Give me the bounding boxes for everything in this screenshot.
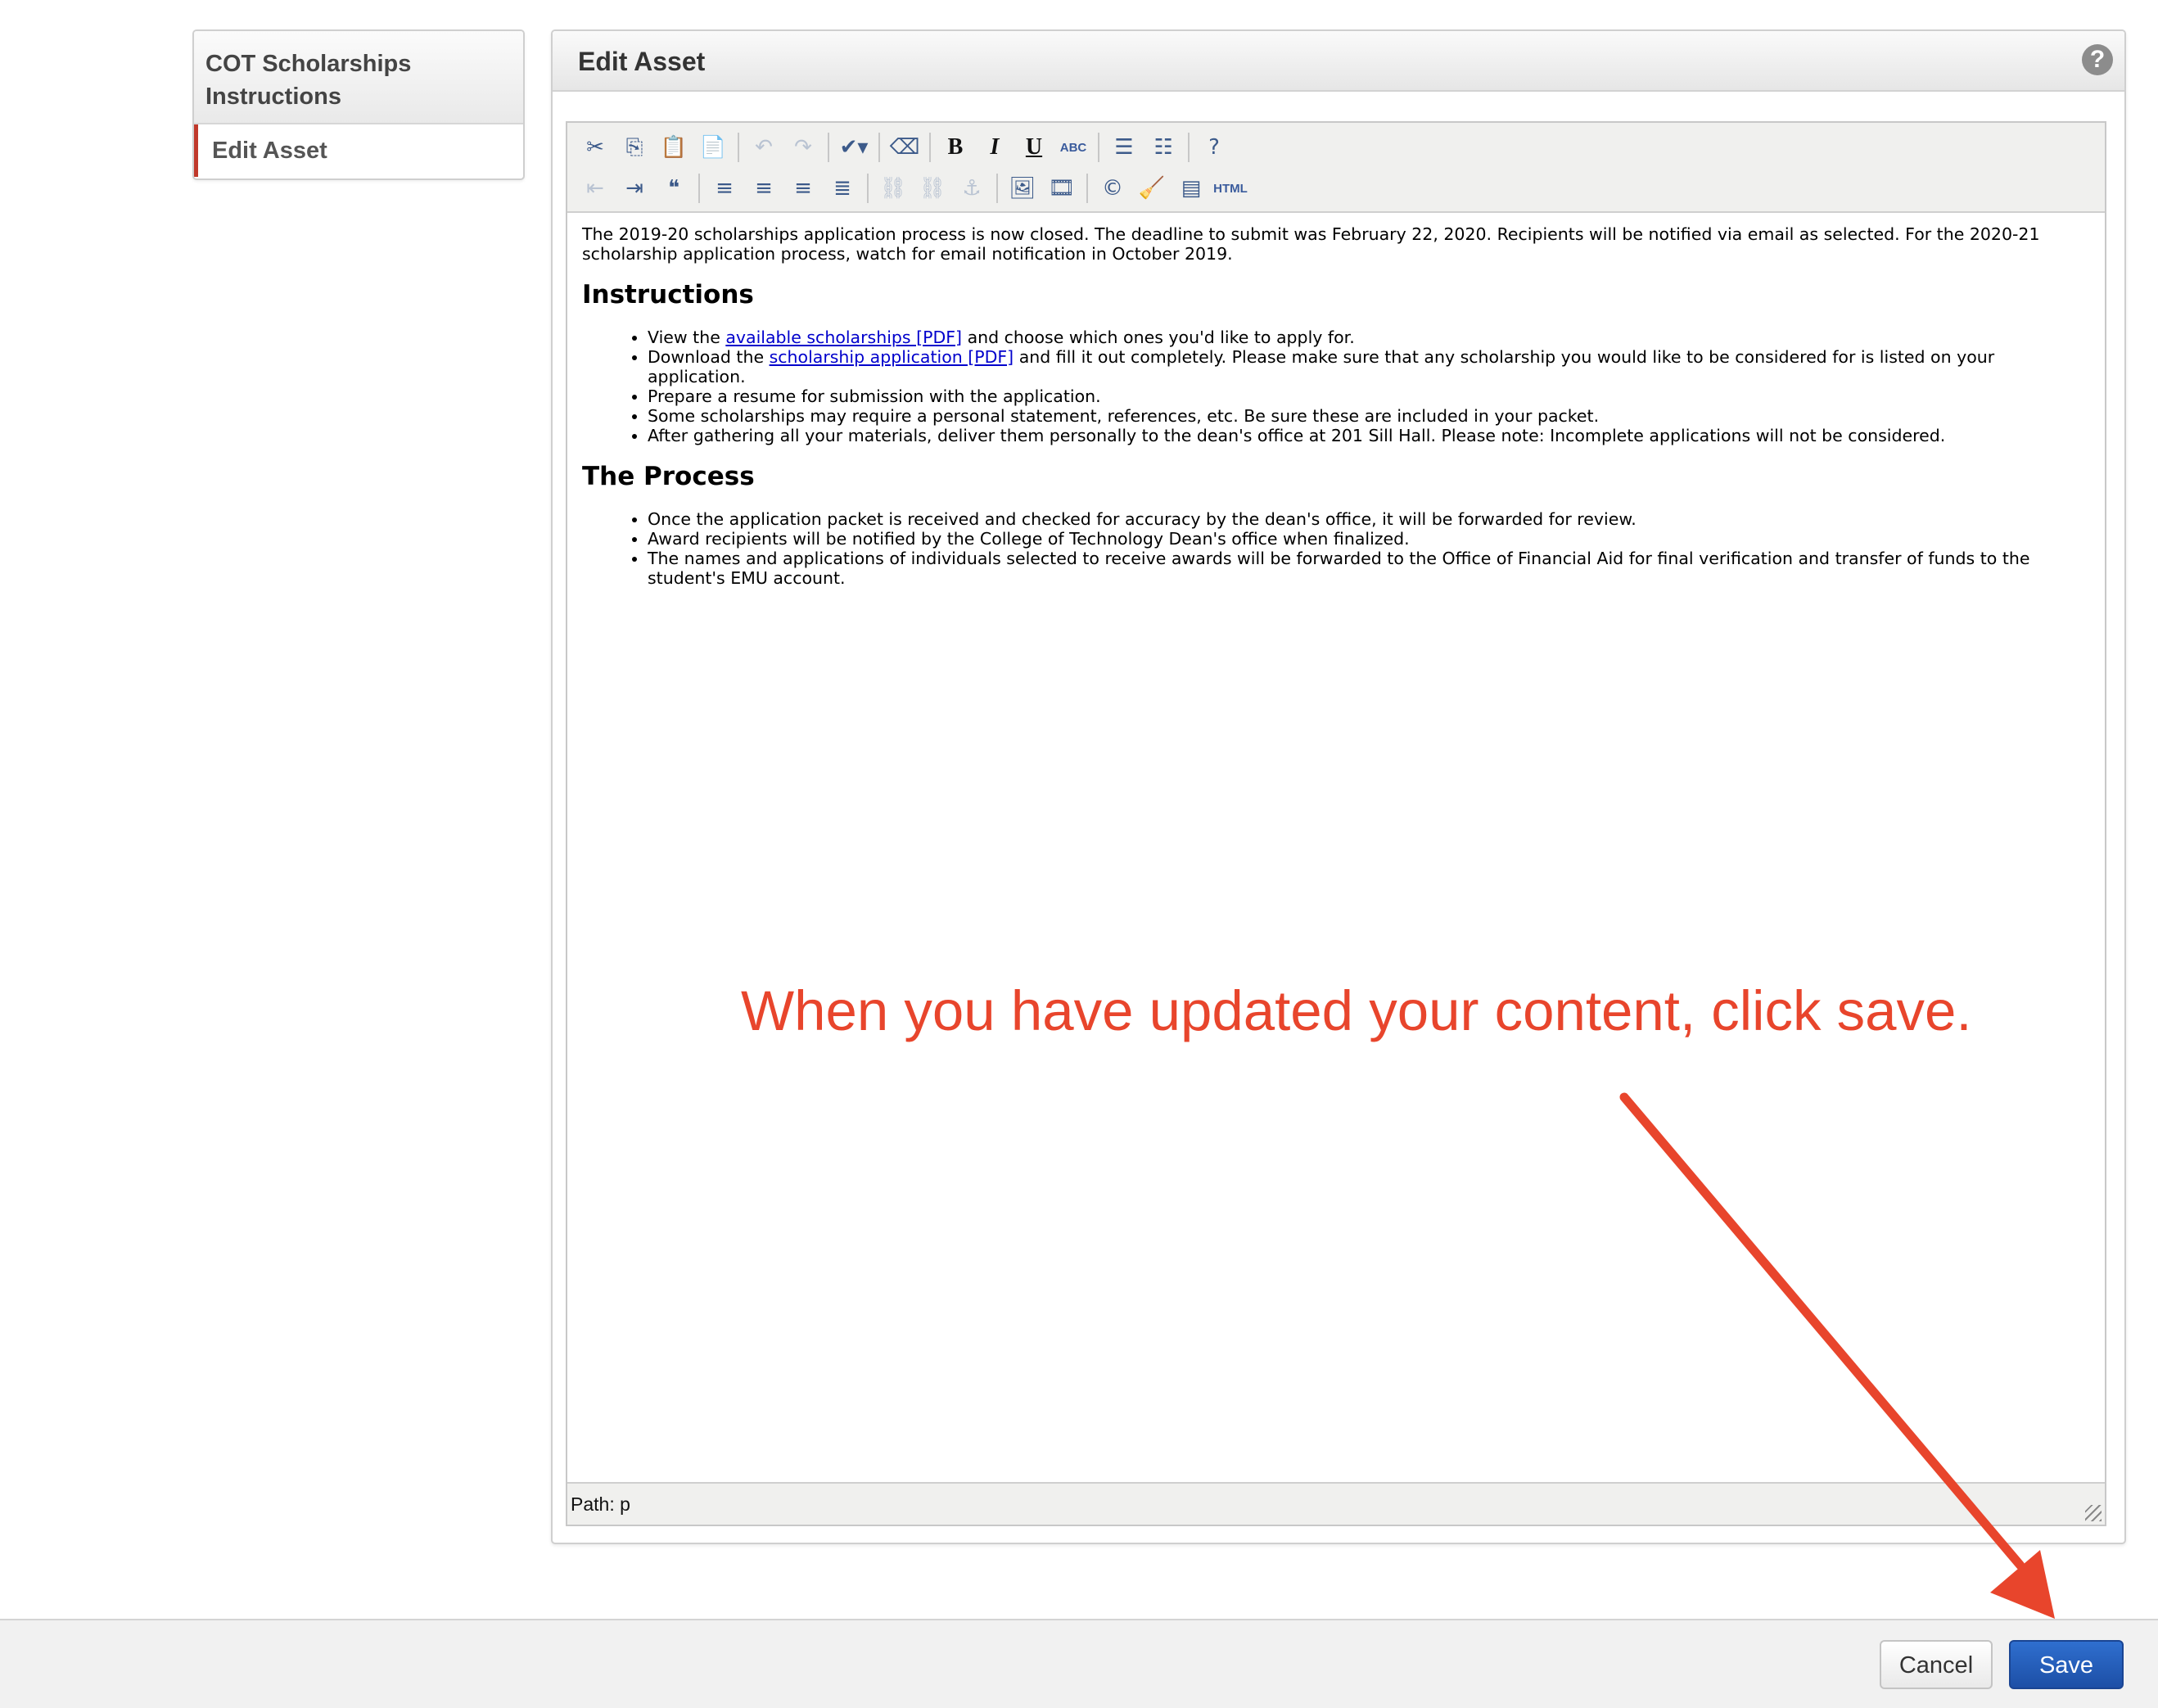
annotation-arrow-icon	[1619, 1092, 2055, 1619]
cancel-button[interactable]: Cancel	[1880, 1640, 1993, 1689]
save-button[interactable]: Save	[2009, 1640, 2124, 1689]
footer-bar	[0, 1619, 2158, 1708]
